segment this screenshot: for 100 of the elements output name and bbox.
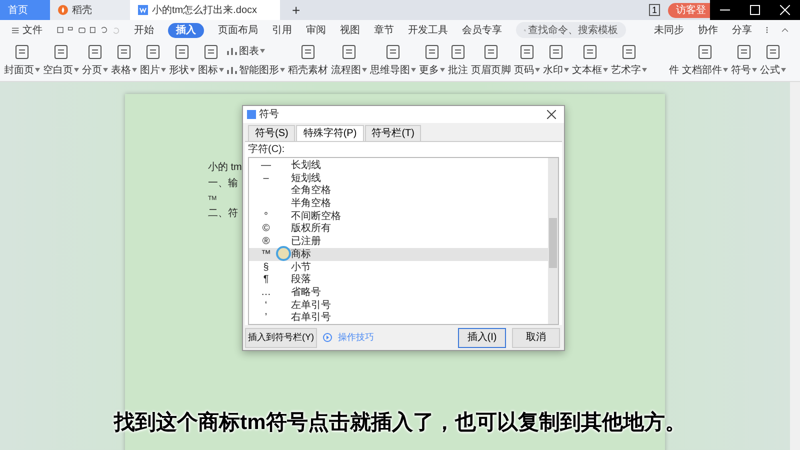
tool-icon[interactable] — [174, 44, 190, 60]
symbol-glyph: – — [263, 172, 269, 184]
symbol-glyph: ‘ — [264, 300, 268, 311]
symbol-glyph: ° — [264, 210, 268, 222]
document-text: 二、符 — [208, 207, 238, 221]
document-text: 一、输 — [208, 177, 238, 191]
character-row[interactable]: … 省略号 — [249, 286, 548, 299]
character-name: 版权所有 — [291, 222, 331, 236]
tool-icon[interactable] — [519, 44, 535, 60]
browser-tab[interactable]: 小的tm怎么打出来.docx — [130, 0, 280, 20]
character-row[interactable]: © 版权所有 — [249, 222, 548, 236]
toolbar-button[interactable]: 公式 — [760, 62, 786, 78]
toolbar-button[interactable]: 艺术字 — [611, 62, 647, 78]
tool-icon[interactable] — [450, 44, 466, 60]
scroll-thumb[interactable] — [549, 218, 557, 268]
tool-icon[interactable] — [203, 44, 219, 60]
toolbar-button[interactable]: 封面页 — [4, 62, 40, 78]
play-icon — [323, 333, 332, 342]
collapse-icon[interactable] — [782, 27, 788, 33]
toolbar-button[interactable]: 空白页 — [43, 62, 79, 78]
ribbon-tab[interactable]: 开始 — [134, 22, 154, 38]
symbol-glyph: ’ — [264, 312, 268, 324]
menu-icon[interactable] — [12, 26, 19, 34]
character-row[interactable]: – 短划线 — [249, 172, 548, 185]
character-row[interactable]: § 小节 — [249, 260, 548, 274]
add-to-symbol-bar-button[interactable]: 插入到符号栏(Y) — [245, 328, 317, 348]
dialog-tab[interactable]: 符号(S) — [248, 125, 296, 142]
tool-icon[interactable] — [116, 44, 132, 60]
toolbar-button[interactable]: 水印 — [543, 62, 569, 78]
tool-icon[interactable] — [548, 44, 564, 60]
document-icon — [138, 5, 148, 15]
tool-icon[interactable] — [736, 44, 752, 60]
character-row[interactable]: ° 不间断空格 — [249, 210, 548, 223]
ribbon-tab[interactable]: 页面布局 — [218, 22, 258, 38]
tool-icon[interactable] — [582, 44, 598, 60]
share-button[interactable]: 分享 — [732, 22, 752, 38]
toolbar-button[interactable]: 分页 — [82, 62, 108, 78]
character-row[interactable]: 半角空格 — [249, 197, 548, 210]
ribbon-tab[interactable]: 插入 — [168, 22, 204, 38]
toolbar-button[interactable]: 图片 — [140, 62, 166, 78]
tool-icon[interactable] — [765, 44, 781, 60]
chart-icon — [227, 46, 237, 56]
tool-icon[interactable] — [53, 44, 69, 60]
dialog-tab[interactable]: 特殊字符(P) — [296, 125, 364, 142]
symbol-glyph: § — [263, 262, 269, 273]
quick-access-icons[interactable] — [56, 25, 120, 35]
character-name: 已注册 — [291, 234, 321, 248]
sync-status[interactable]: 未同步 — [654, 22, 684, 38]
ribbon-tab[interactable]: 视图 — [340, 22, 360, 38]
character-row[interactable]: ® 已注册 — [249, 235, 548, 248]
character-name: 全角空格 — [291, 184, 331, 198]
toolbar-button[interactable]: 文档部件 — [682, 62, 728, 78]
toolbar-button[interactable]: 符号 — [731, 62, 757, 78]
ribbon-tab[interactable]: 引用 — [272, 22, 292, 38]
tool-icon[interactable] — [483, 44, 499, 60]
toolbar-button[interactable]: 图表 — [239, 44, 265, 58]
symbol-glyph: ¶ — [263, 274, 269, 286]
ribbon-tab[interactable]: 会员专享 — [462, 22, 502, 38]
cancel-button[interactable]: 取消 — [512, 328, 560, 348]
toolbar-button[interactable]: 批注 — [448, 62, 468, 78]
toolbar-button[interactable]: 流程图 — [331, 62, 367, 78]
toolbar-button[interactable]: 文本框 — [572, 62, 608, 78]
character-row[interactable]: — 长划线 — [249, 159, 548, 172]
browser-tab[interactable]: 稻壳 — [50, 0, 130, 20]
character-row[interactable]: ’ 右单引号 — [249, 311, 548, 324]
toolbar-button[interactable]: 页眉页脚 — [471, 62, 511, 78]
close-icon[interactable] — [547, 110, 556, 120]
ribbon-tab[interactable]: 审阅 — [306, 22, 326, 38]
tool-icon[interactable] — [145, 44, 161, 60]
maximize-icon[interactable] — [750, 5, 760, 15]
tool-icon[interactable] — [424, 44, 440, 60]
character-row[interactable]: ¶ 段落 — [249, 273, 548, 286]
ribbon-tab[interactable]: 章节 — [374, 22, 394, 38]
toolbar-button[interactable]: 思维导图 — [370, 62, 416, 78]
tool-icon[interactable] — [341, 44, 357, 60]
insert-button[interactable]: 插入(I) — [458, 328, 506, 348]
toolbar-button[interactable]: 图标 — [198, 62, 224, 78]
tool-icon[interactable] — [621, 44, 637, 60]
new-tab-button[interactable]: + — [280, 0, 312, 20]
tool-icon[interactable] — [14, 44, 30, 60]
toolbar-button[interactable]: 表格 — [111, 62, 137, 78]
file-menu[interactable]: 文件 — [22, 22, 43, 38]
character-row[interactable]: ™ 商标 — [249, 248, 548, 261]
collab-button[interactable]: 协作 — [698, 22, 718, 38]
character-row[interactable]: 全角空格 — [249, 184, 548, 198]
toolbar-button[interactable]: 页码 — [514, 62, 540, 78]
ribbon-tab[interactable]: 开发工具 — [408, 22, 448, 38]
tool-icon[interactable] — [300, 44, 316, 60]
tool-icon[interactable] — [697, 44, 713, 60]
toolbar-button[interactable]: 形状 — [169, 62, 195, 78]
dialog-tab[interactable]: 符号栏(T) — [364, 125, 422, 142]
toolbar-button[interactable]: 件 — [669, 63, 679, 78]
tool-icon[interactable] — [87, 44, 103, 60]
toolbar-button[interactable]: 智能图形 — [239, 62, 285, 78]
character-row[interactable]: ‘ 左单引号 — [249, 298, 548, 312]
toolbar-button[interactable]: 稻壳素材 — [288, 62, 328, 78]
tool-icon[interactable] — [385, 44, 401, 60]
search-field[interactable]: 查找命令、搜索模板 — [516, 22, 626, 38]
character-name: 段落 — [291, 272, 311, 286]
toolbar-button[interactable]: 更多 — [419, 62, 445, 78]
